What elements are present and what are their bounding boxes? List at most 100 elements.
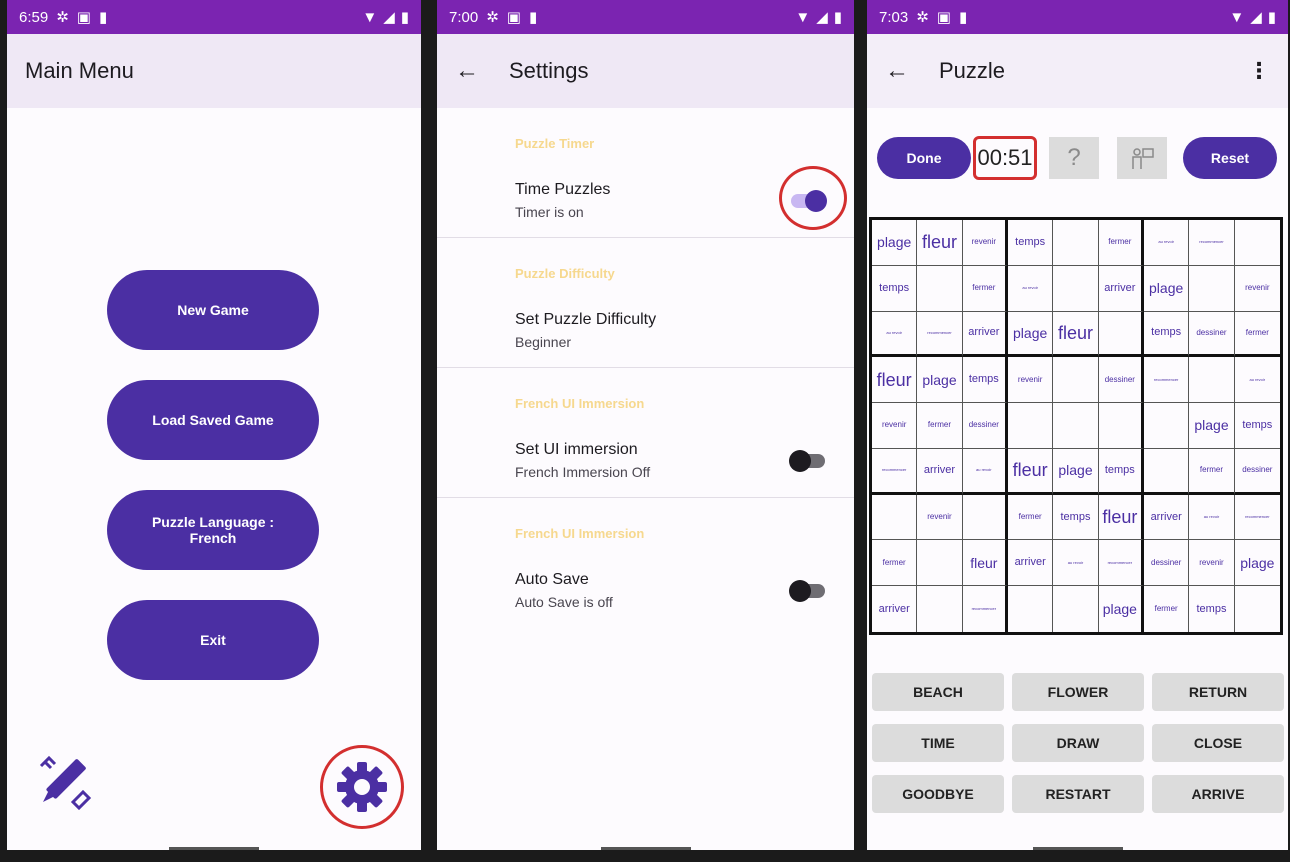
word-button-return[interactable]: RETURN <box>1152 673 1284 711</box>
grid-cell[interactable]: arriver <box>1007 540 1054 587</box>
grid-cell[interactable]: fermer <box>1189 448 1235 495</box>
grid-cell[interactable] <box>1053 265 1099 312</box>
word-button-arrive[interactable]: ARRIVE <box>1152 775 1284 813</box>
grid-cell[interactable] <box>1189 265 1235 312</box>
ui-immersion-switch[interactable] <box>789 450 825 472</box>
grid-cell[interactable]: temps <box>1007 220 1054 266</box>
grid-cell[interactable] <box>1053 403 1099 449</box>
answer-button[interactable] <box>1117 137 1167 179</box>
exit-button[interactable]: Exit <box>107 600 319 680</box>
grid-cell[interactable]: fermer <box>1234 312 1280 358</box>
grid-cell[interactable]: recommencer <box>1143 357 1190 404</box>
grid-cell[interactable] <box>1235 586 1280 632</box>
grid-cell[interactable]: temps <box>1189 586 1235 632</box>
grid-cell[interactable] <box>1098 311 1144 358</box>
grid-cell[interactable]: temps <box>962 357 1008 404</box>
grid-cell[interactable]: recommencer <box>917 311 963 358</box>
grid-cell[interactable]: arriver <box>1098 265 1144 312</box>
grid-cell[interactable]: arriver <box>962 311 1008 358</box>
grid-cell[interactable] <box>1143 448 1190 495</box>
grid-cell[interactable]: revenir <box>1189 540 1235 587</box>
settings-button[interactable] <box>320 745 404 829</box>
grid-cell[interactable]: au revoir <box>962 448 1008 495</box>
grid-cell[interactable] <box>1234 220 1280 266</box>
grid-cell[interactable]: plage <box>1234 540 1280 587</box>
grid-cell[interactable]: recommencer <box>872 448 918 495</box>
load-saved-game-button[interactable]: Load Saved Game <box>107 380 319 460</box>
grid-cell[interactable]: dessiner <box>1143 540 1190 587</box>
grid-cell[interactable] <box>1053 357 1099 404</box>
grid-cell[interactable]: revenir <box>872 403 918 449</box>
setting-time-puzzles[interactable]: Puzzle Timer Time Puzzles Timer is on <box>437 108 854 238</box>
grid-cell[interactable] <box>917 540 963 587</box>
grid-cell[interactable]: arriver <box>872 586 918 632</box>
grid-cell[interactable] <box>1007 403 1054 449</box>
puzzle-language-button[interactable]: Puzzle Language : French <box>107 490 319 570</box>
grid-cell[interactable] <box>1053 220 1099 266</box>
back-arrow-icon[interactable]: ← <box>885 57 909 85</box>
grid-cell[interactable]: temps <box>872 265 918 312</box>
grid-cell[interactable]: dessiner <box>1098 357 1144 404</box>
grid-cell[interactable]: arriver <box>917 448 963 495</box>
grid-cell[interactable]: plage <box>917 357 963 404</box>
reset-button[interactable]: Reset <box>1183 137 1277 179</box>
grid-cell[interactable]: temps <box>1098 448 1144 495</box>
grid-cell[interactable]: fermer <box>962 265 1008 312</box>
word-button-time[interactable]: TIME <box>872 724 1004 762</box>
grid-cell[interactable]: temps <box>1234 403 1280 449</box>
grid-cell[interactable]: revenir <box>917 494 963 541</box>
grid-cell[interactable]: recommencer <box>1098 540 1144 587</box>
grid-cell[interactable]: fleur <box>962 540 1008 587</box>
setting-auto-save[interactable]: French UI Immersion Auto Save Auto Save … <box>437 498 854 628</box>
grid-cell[interactable] <box>1189 357 1235 404</box>
grid-cell[interactable]: recommencer <box>963 586 1008 632</box>
grid-cell[interactable]: au revoir <box>1053 540 1099 587</box>
grid-cell[interactable]: temps <box>1053 494 1099 541</box>
setting-puzzle-difficulty[interactable]: Puzzle Difficulty Set Puzzle Difficulty … <box>437 238 854 368</box>
grid-cell[interactable]: fleur <box>1053 311 1099 358</box>
word-button-flower[interactable]: FLOWER <box>1012 673 1144 711</box>
grid-cell[interactable]: au revoir <box>1189 494 1235 541</box>
word-button-goodbye[interactable]: GOODBYE <box>872 775 1004 813</box>
more-options-icon[interactable]: ⋮ <box>1248 58 1270 84</box>
grid-cell[interactable] <box>917 265 963 312</box>
grid-cell[interactable]: fleur <box>1007 448 1054 495</box>
grid-cell[interactable]: arriver <box>1143 494 1190 541</box>
grid-cell[interactable]: fermer <box>1144 586 1190 632</box>
hint-button[interactable]: ? <box>1049 137 1099 179</box>
grid-cell[interactable]: plage <box>1007 311 1054 358</box>
grid-cell[interactable]: au revoir <box>1007 265 1054 312</box>
grid-cell[interactable]: fleur <box>917 220 963 266</box>
word-button-close[interactable]: CLOSE <box>1152 724 1284 762</box>
grid-cell[interactable]: dessiner <box>962 403 1008 449</box>
word-button-restart[interactable]: RESTART <box>1012 775 1144 813</box>
grid-cell[interactable]: plage <box>1143 265 1190 312</box>
grid-cell[interactable] <box>1143 403 1190 449</box>
grid-cell[interactable]: au revoir <box>1143 220 1190 266</box>
grid-cell[interactable] <box>1098 403 1144 449</box>
grid-cell[interactable]: dessiner <box>1234 449 1280 495</box>
grid-cell[interactable] <box>1008 586 1054 632</box>
new-game-button[interactable]: New Game <box>107 270 319 350</box>
grid-cell[interactable]: revenir <box>1007 357 1054 404</box>
grid-cell[interactable]: fermer <box>1007 494 1054 541</box>
grid-cell[interactable]: plage <box>872 220 918 266</box>
word-button-draw[interactable]: DRAW <box>1012 724 1144 762</box>
grid-cell[interactable] <box>1053 586 1099 632</box>
grid-cell[interactable]: recommencer <box>1234 495 1280 541</box>
grid-cell[interactable]: fleur <box>1098 494 1144 541</box>
grid-cell[interactable]: fermer <box>872 540 918 587</box>
grid-cell[interactable]: au revoir <box>1234 357 1280 404</box>
grid-cell[interactable]: fermer <box>1098 220 1144 266</box>
grid-cell[interactable]: au revoir <box>872 311 918 358</box>
grid-cell[interactable]: revenir <box>1234 266 1280 312</box>
grid-cell[interactable]: plage <box>1099 586 1144 632</box>
back-arrow-icon[interactable]: ← <box>455 57 479 85</box>
edit-icon[interactable] <box>35 752 93 810</box>
done-button[interactable]: Done <box>877 137 971 179</box>
grid-cell[interactable] <box>917 586 963 632</box>
auto-save-switch[interactable] <box>789 580 825 602</box>
grid-cell[interactable]: fermer <box>917 403 963 449</box>
setting-ui-immersion[interactable]: French UI Immersion Set UI immersion Fre… <box>437 368 854 498</box>
grid-cell[interactable]: revenir <box>962 220 1008 266</box>
